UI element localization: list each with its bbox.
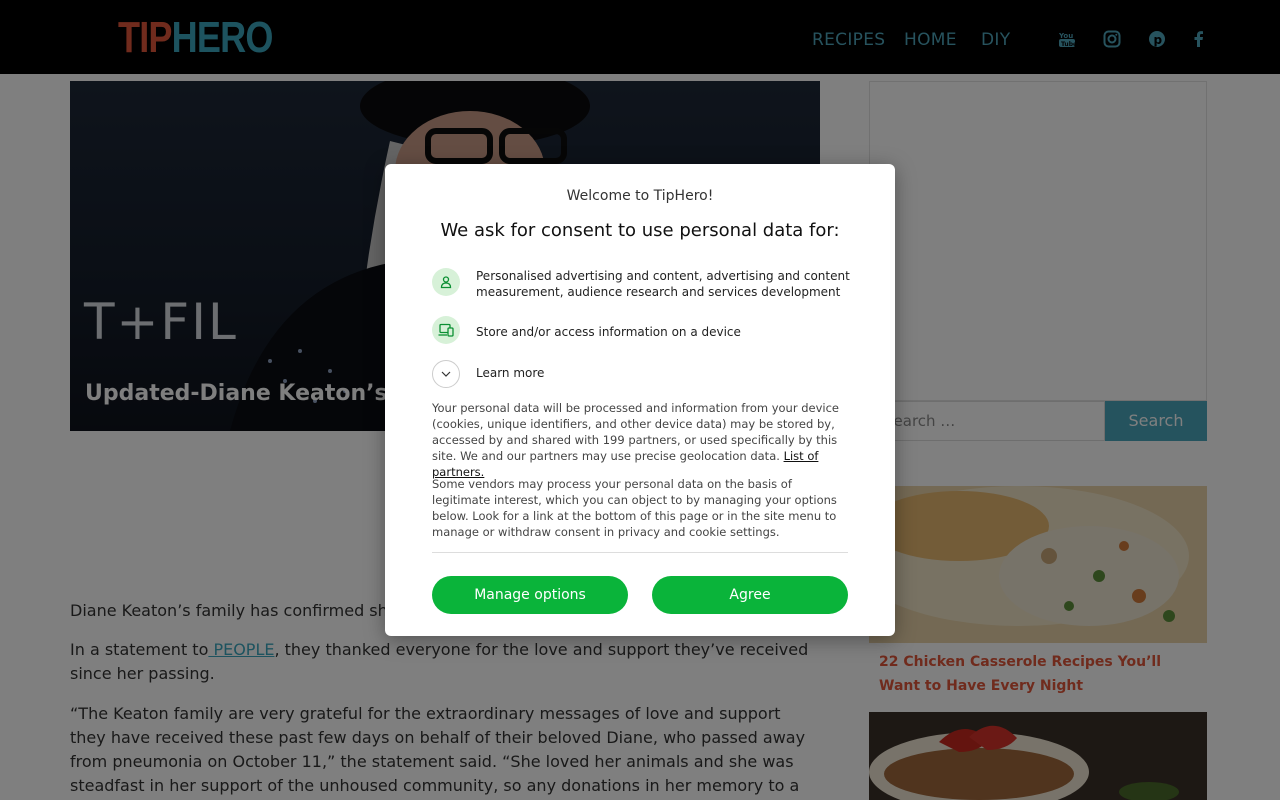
learn-more-label[interactable]: Learn more	[476, 365, 856, 381]
manage-options-button[interactable]: Manage options	[432, 576, 628, 614]
person-icon	[432, 268, 460, 296]
consent-paragraph-1: Your personal data will be processed and…	[432, 400, 852, 480]
chevron-down-icon	[441, 371, 451, 377]
learn-more-toggle[interactable]	[432, 360, 460, 388]
purpose-store-access: Store and/or access information on a dev…	[476, 325, 741, 339]
device-icon	[432, 316, 460, 344]
consent-dialog: Welcome to TipHero! We ask for consent t…	[385, 164, 895, 636]
consent-divider	[432, 552, 848, 553]
consent-heading: We ask for consent to use personal data …	[440, 220, 840, 241]
consent-paragraph-2: Some vendors may process your personal d…	[432, 477, 837, 539]
consent-para1-text: Your personal data will be processed and…	[432, 401, 840, 463]
purpose-personalised-ads: Personalised advertising and content, ad…	[476, 269, 850, 299]
agree-button[interactable]: Agree	[652, 576, 848, 614]
consent-welcome: Welcome to TipHero!	[566, 188, 714, 204]
